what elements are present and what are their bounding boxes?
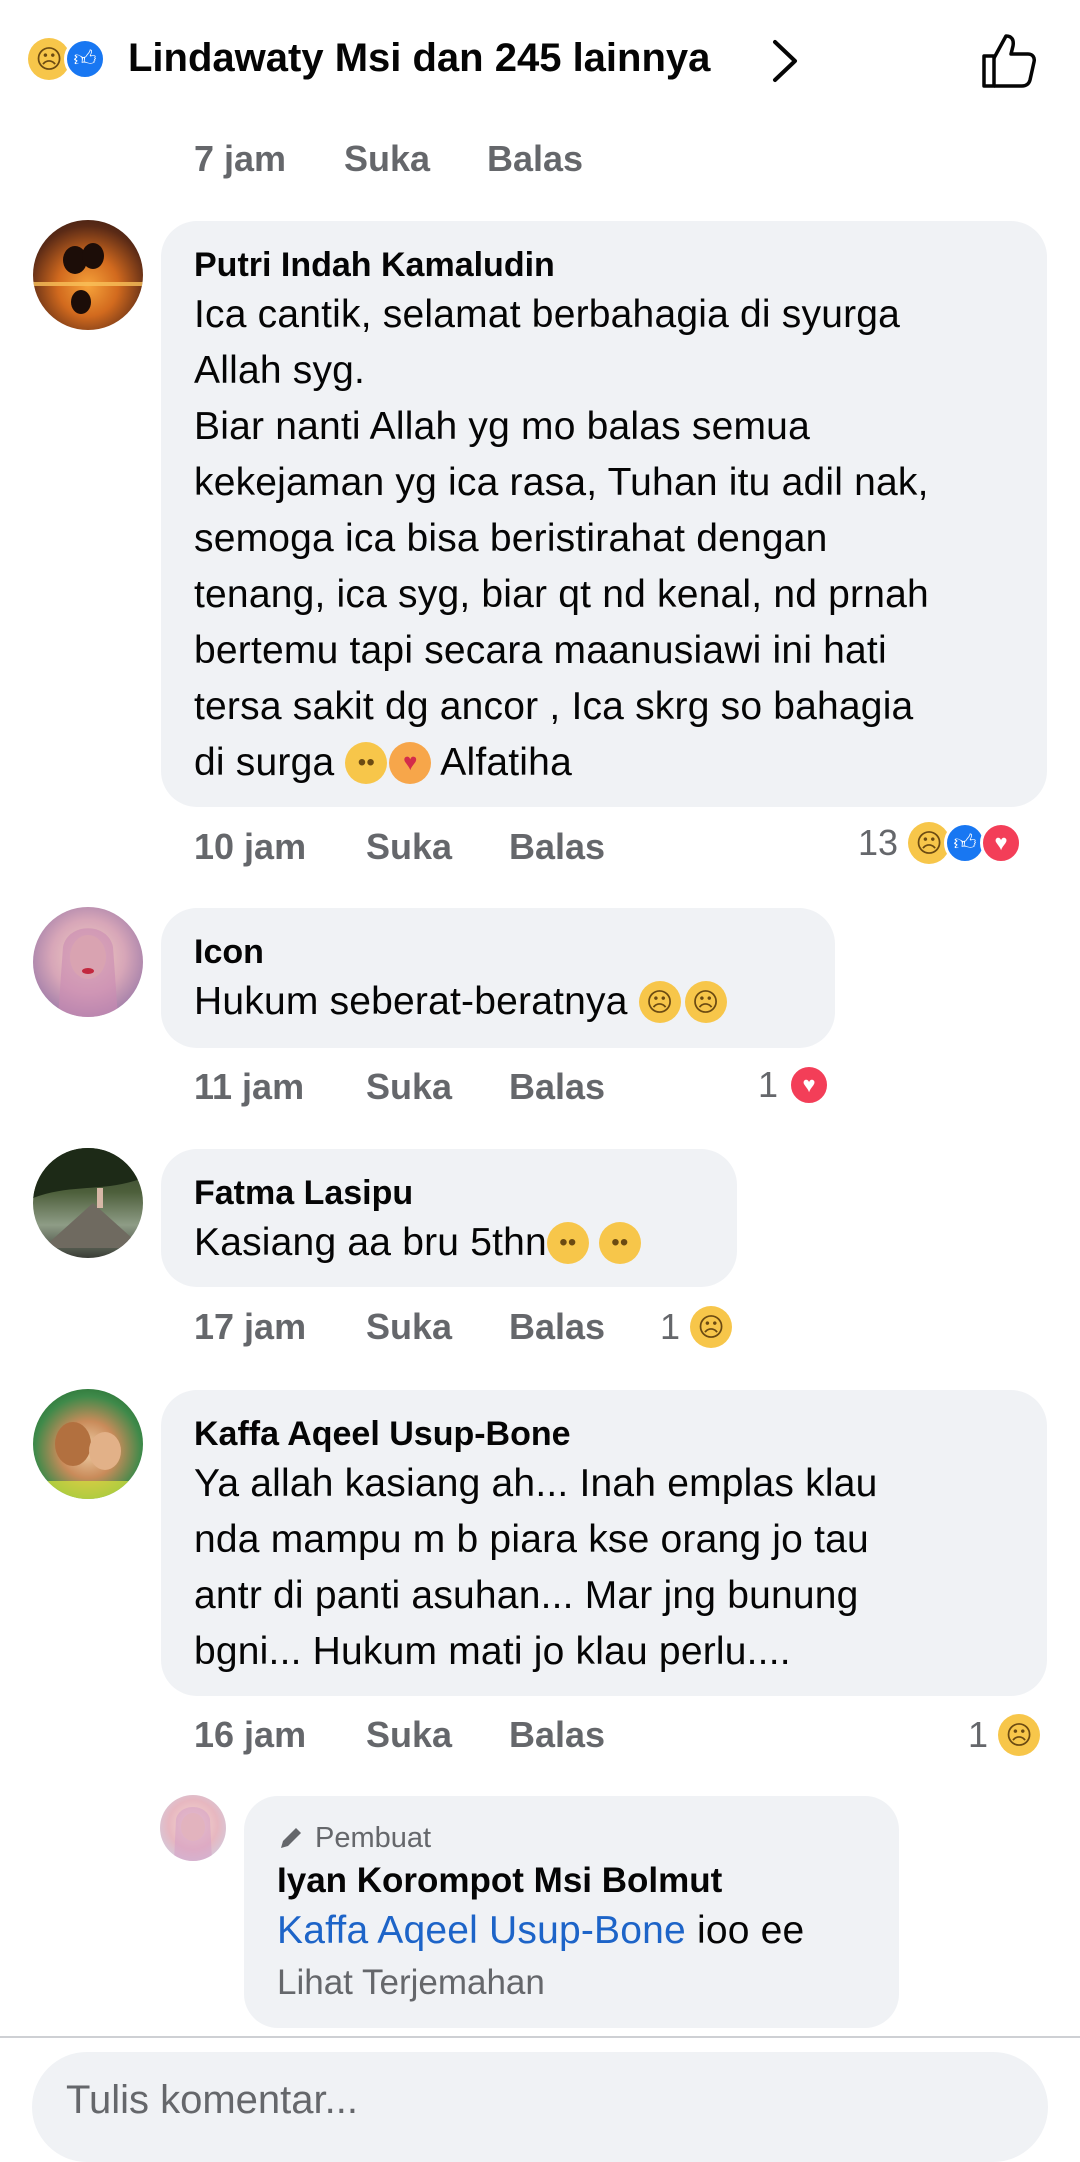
comment-time: 17 jam <box>194 1306 307 1347</box>
comment-bubble[interactable]: Fatma Lasipu Kasiang aa bru 5thn •• •• <box>161 1149 737 1287</box>
comment-text: Ica cantik, selamat berbahagia di syurga… <box>194 293 929 784</box>
avatar[interactable] <box>33 1148 143 1258</box>
comment-text: Kasiang aa bru 5thn •• •• <box>194 1215 705 1271</box>
heart-icon: ♥ <box>980 822 1023 864</box>
avatar[interactable] <box>160 1795 226 1861</box>
pleading-face-emoji-icon: •• <box>345 742 388 784</box>
comment-author[interactable]: Kaffa Aqeel Usup-Bone <box>194 1412 1015 1456</box>
reply-link[interactable]: Balas <box>509 1306 605 1348</box>
smiling-face-hearts-emoji-icon: ♥ <box>389 742 432 784</box>
like-link[interactable]: Suka <box>366 1306 452 1348</box>
comment-time: 10 jam <box>194 826 307 867</box>
avatar[interactable] <box>33 1389 143 1499</box>
like-link[interactable]: Suka <box>366 826 452 868</box>
reaction-count[interactable]: 1 ♥ <box>758 1064 831 1106</box>
avatar[interactable] <box>33 907 143 1017</box>
reaction-count[interactable]: 1 ☹ <box>660 1306 733 1348</box>
like-icon: 👍︎ <box>64 38 106 80</box>
sad-emoji-icon: ☹ <box>998 1714 1041 1756</box>
comment-author[interactable]: Putri Indah Kamaludin <box>194 243 1015 287</box>
avatar[interactable] <box>33 220 143 330</box>
reaction-count[interactable]: 13 ☹ 👍︎ ♥ <box>858 822 1023 864</box>
see-translation-link[interactable]: Lihat Terjemahan <box>277 1958 867 2008</box>
reactions-header[interactable]: ☹ 👍︎ Lindawaty Msi dan 245 lainnya <box>0 0 1080 120</box>
reply-link[interactable]: Balas <box>509 1714 605 1756</box>
header-reactions: ☹ 👍︎ <box>28 38 106 80</box>
comment-author[interactable]: Iyan Korompot Msi Bolmut <box>277 1858 867 1904</box>
reactions-summary[interactable]: Lindawaty Msi dan 245 lainnya <box>128 36 710 81</box>
comment-time: 11 jam <box>194 1066 305 1107</box>
comment-text: Ya allah kasiang ah... Inah emplas klau … <box>194 1462 878 1673</box>
divider <box>0 2036 1080 2038</box>
like-button-icon[interactable] <box>978 30 1038 90</box>
reply-bubble[interactable]: Pembuat Iyan Korompot Msi Bolmut Kaffa A… <box>244 1796 899 2028</box>
comment-author[interactable]: Icon <box>194 930 803 974</box>
reply-link[interactable]: Balas <box>487 138 583 180</box>
pleading-face-emoji-icon: •• <box>598 1222 641 1264</box>
comment-bubble[interactable]: Kaffa Aqeel Usup-Bone Ya allah kasiang a… <box>161 1390 1047 1696</box>
chevron-right-icon[interactable] <box>770 38 800 84</box>
comment-bubble[interactable]: Putri Indah Kamaludin Ica cantik, selama… <box>161 221 1047 807</box>
like-link[interactable]: Suka <box>366 1714 452 1756</box>
comment-text: Kaffa Aqeel Usup-Bone ioo ee <box>277 1909 805 1952</box>
sad-emoji-icon: ☹ <box>638 981 681 1023</box>
like-link[interactable]: Suka <box>366 1066 452 1108</box>
comment-time: 7 jam <box>194 138 287 179</box>
pencil-icon <box>281 1828 301 1848</box>
reply-link[interactable]: Balas <box>509 1066 605 1108</box>
author-badge: Pembuat <box>277 1818 867 1858</box>
heart-icon: ♥ <box>788 1064 831 1106</box>
comment-author[interactable]: Fatma Lasipu <box>194 1171 705 1215</box>
sad-emoji-icon: ☹ <box>690 1306 733 1348</box>
reply-link[interactable]: Balas <box>509 826 605 868</box>
sad-emoji-icon: ☹ <box>684 981 727 1023</box>
comment-time: 16 jam <box>194 1714 307 1755</box>
reaction-count[interactable]: 1 ☹ <box>968 1714 1041 1756</box>
comment-bubble[interactable]: Icon Hukum seberat-beratnya ☹ ☹ <box>161 908 835 1048</box>
mention-link[interactable]: Kaffa Aqeel Usup-Bone <box>277 1909 686 1952</box>
like-link[interactable]: Suka <box>344 138 430 180</box>
comment-input[interactable]: Tulis komentar... <box>32 2052 1048 2162</box>
comment-text: Hukum seberat-beratnya ☹ ☹ <box>194 974 803 1030</box>
pleading-face-emoji-icon: •• <box>546 1222 589 1264</box>
